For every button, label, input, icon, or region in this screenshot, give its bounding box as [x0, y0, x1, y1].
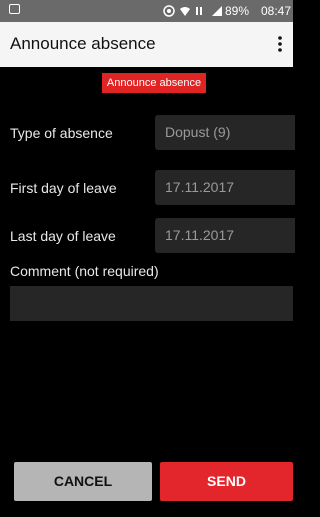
- lte-icon: [196, 7, 202, 15]
- signal-icon: [212, 6, 222, 16]
- status-bar: 89% 08:47: [0, 0, 293, 22]
- comment-label: Comment (not required): [10, 263, 159, 279]
- first-day-field[interactable]: 17.11.2017: [155, 170, 295, 205]
- battery-level: 89%: [224, 4, 249, 18]
- status-icons: [163, 3, 223, 19]
- type-of-absence-label: Type of absence: [10, 125, 113, 141]
- first-day-label: First day of leave: [10, 180, 117, 196]
- announce-absence-banner: Announce absence: [102, 73, 206, 93]
- cancel-button[interactable]: CANCEL: [14, 462, 152, 501]
- image-icon: [9, 4, 20, 14]
- page-title: Announce absence: [10, 34, 156, 53]
- app-bar: Announce absence: [0, 22, 293, 67]
- comment-input[interactable]: [10, 286, 293, 321]
- send-button[interactable]: SEND: [160, 462, 293, 501]
- last-day-field[interactable]: 17.11.2017: [155, 218, 295, 253]
- type-of-absence-select[interactable]: Dopust (9): [155, 115, 295, 150]
- clock: 08:47: [260, 4, 291, 18]
- last-day-label: Last day of leave: [10, 228, 116, 244]
- more-vert-icon[interactable]: [273, 34, 287, 54]
- sync-icon: [163, 5, 175, 17]
- wifi-icon: [180, 7, 190, 16]
